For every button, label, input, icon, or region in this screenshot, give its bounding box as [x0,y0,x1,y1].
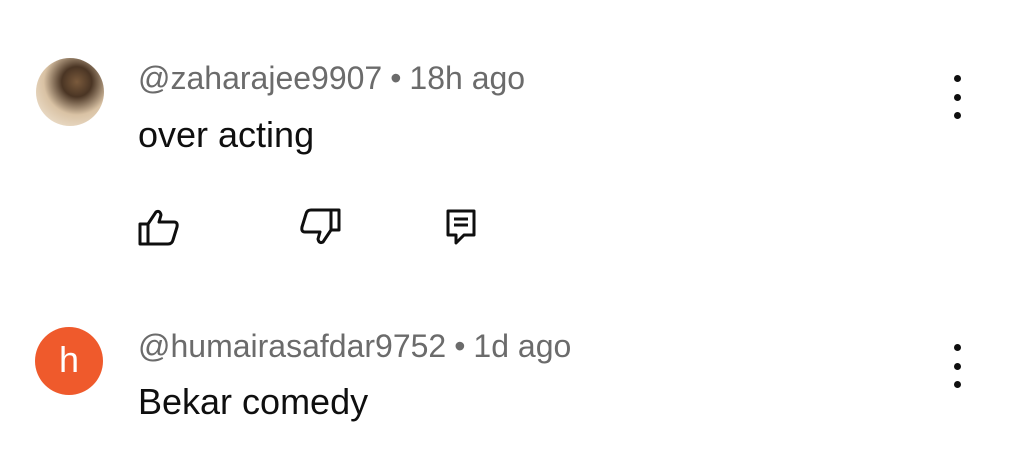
more-vert-icon-dot [953,381,961,388]
reply-icon [446,209,476,245]
thumb-down-icon [300,208,341,245]
thumb-up-icon [138,209,179,246]
meta-separator: • [454,328,466,364]
avatar[interactable] [36,58,104,126]
comment-author-handle[interactable]: @humairasafdar9752 [138,328,446,364]
comment-timestamp[interactable]: 18h ago [409,60,525,96]
more-vert-icon [953,75,961,82]
meta-separator: • [390,60,402,96]
comment-text: over acting [138,114,315,155]
more-vert-icon-dot [953,362,961,370]
comment-meta: @humairasafdar9752 • 1d ago [138,328,571,365]
comment-item: @zaharajee9907 • 18h ago over acting [0,0,1024,290]
comment-item: h @humairasafdar9752 • 1d ago Bekar comedy [0,290,1024,459]
comment-timestamp[interactable]: 1d ago [473,328,571,364]
more-vert-icon-dot [953,112,961,119]
comment-author-handle[interactable]: @zaharajee9907 [138,60,382,96]
more-options-button[interactable] [943,75,971,119]
comment-text: Bekar comedy [138,381,369,422]
more-vert-icon [953,344,961,351]
like-button[interactable] [137,207,181,247]
reply-button[interactable] [442,207,486,247]
avatar[interactable]: h [35,327,103,395]
more-vert-icon-dot [953,93,961,101]
more-options-button[interactable] [943,344,971,388]
dislike-button[interactable] [298,207,342,247]
comment-meta: @zaharajee9907 • 18h ago [138,60,525,97]
